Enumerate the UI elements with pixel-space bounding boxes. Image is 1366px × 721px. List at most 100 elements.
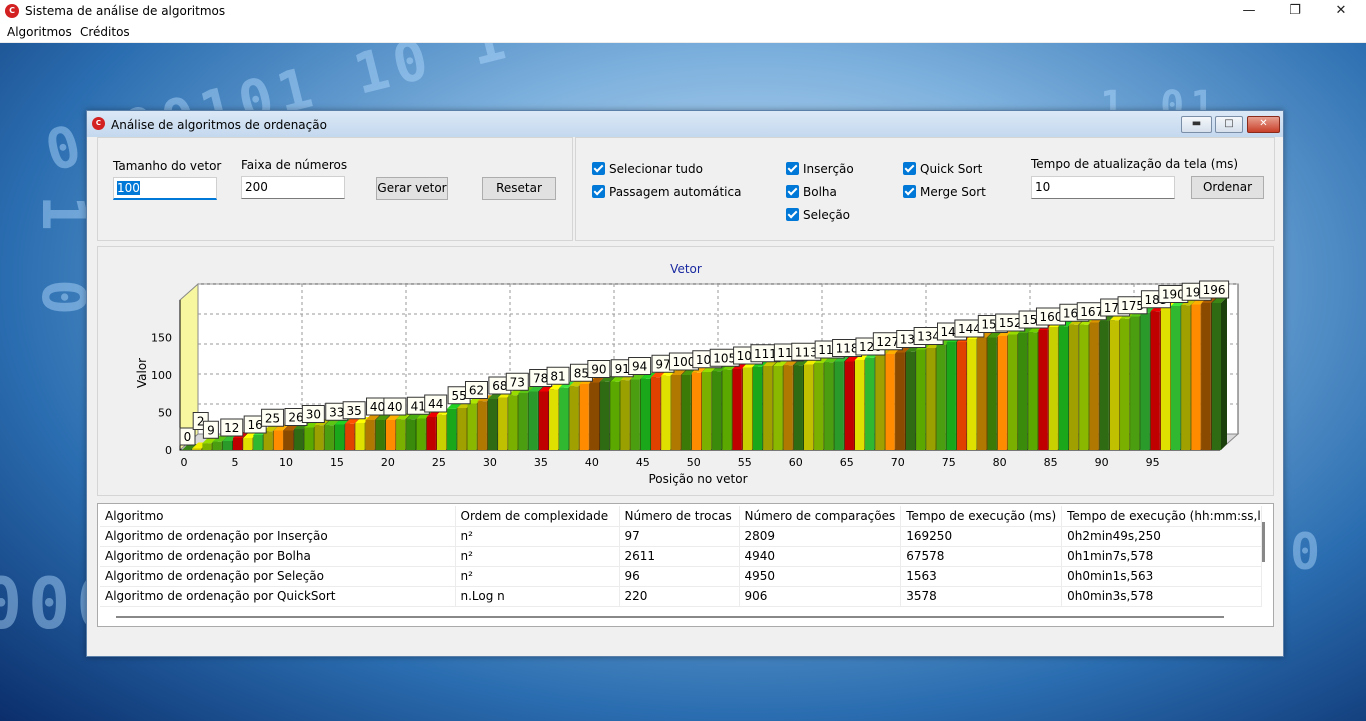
insertion-label: Inserção (803, 162, 854, 176)
chart-bar-front (283, 430, 294, 450)
chart-bar-front (620, 380, 630, 450)
column-header-complexity[interactable]: Ordem de complexidade (455, 506, 620, 527)
reset-button[interactable]: Resetar (482, 177, 556, 200)
chart-bar-front (967, 339, 977, 450)
chart-data-label-text: 62 (469, 384, 484, 398)
sort-button[interactable]: Ordenar (1191, 176, 1264, 199)
chart-x-tick-label: 0 (181, 456, 188, 469)
size-label: Tamanho do vetor (113, 159, 222, 173)
menu-creditos[interactable]: Créditos (80, 25, 130, 39)
table-cell: Algoritmo de ordenação por Seleção (100, 566, 456, 587)
column-header-algorithm[interactable]: Algoritmo (100, 506, 456, 527)
menu-algoritmos[interactable]: Algoritmos (7, 25, 72, 39)
chart-data-label-text: 91 (615, 362, 630, 376)
chart-bar-front (691, 372, 701, 450)
refresh-time-input[interactable]: 10 (1031, 176, 1175, 199)
chart-bar-front (783, 365, 793, 450)
bubble-label: Bolha (803, 185, 837, 199)
generate-vector-button[interactable]: Gerar vetor (376, 177, 448, 200)
auto-pass-checkbox[interactable]: Passagem automática (592, 185, 741, 199)
chart-data-label-text: 100 (672, 355, 695, 369)
child-close-button[interactable]: ✕ (1247, 116, 1280, 133)
chart-bar-front (793, 365, 803, 450)
mergesort-label: Merge Sort (920, 185, 986, 199)
column-header-time-ms[interactable]: Tempo de execução (ms) (900, 506, 1063, 527)
table-cell: 0h0min1s,563 (1061, 566, 1263, 587)
column-header-time-formatted[interactable]: Tempo de execução (hh:mm:ss,ll (1061, 506, 1263, 527)
select-all-label: Selecionar tudo (609, 162, 703, 176)
chart-bar-front (1191, 304, 1201, 450)
chart-data-label-text: 167 (1080, 305, 1103, 319)
chart-data-label-text: 12 (224, 421, 239, 435)
chart-bar-front (355, 423, 365, 450)
chart-bar-front (294, 429, 304, 450)
chart-data-label-text: 196 (1203, 283, 1226, 297)
table-row[interactable]: Algoritmo de ordenação por QuickSort n.L… (100, 586, 1263, 607)
child-minimize-button[interactable]: ▬ (1181, 116, 1212, 133)
chart-bar-front (1120, 318, 1130, 450)
chart-bar-front (661, 375, 671, 450)
child-restore-button[interactable]: □ (1215, 116, 1243, 133)
horizontal-scrollbar[interactable] (116, 616, 1224, 618)
chart-bar-front (1150, 311, 1160, 450)
insertion-checkbox[interactable]: Inserção (786, 162, 854, 176)
chart-x-tick-label: 25 (432, 456, 446, 469)
chart-bar-front (365, 420, 375, 450)
bubble-checkbox[interactable]: Bolha (786, 185, 837, 199)
mergesort-checkbox[interactable]: Merge Sort (903, 185, 986, 199)
chart-data-label: 44 (424, 394, 448, 413)
chart-bar-front (314, 425, 324, 450)
chart-y-tick-label: 50 (158, 407, 172, 420)
select-all-checkbox[interactable]: Selecionar tudo (592, 162, 703, 176)
chart-data-label-text: 127 (876, 335, 899, 349)
table-row[interactable]: Algoritmo de ordenação por Bolha n² 2611… (100, 546, 1263, 567)
chart-bar-front (1181, 305, 1191, 450)
chart-data-label-text: 190 (1162, 288, 1185, 302)
chart-data-label: 9 (202, 420, 219, 439)
chart-bar-front (396, 419, 406, 450)
chart-data-label: 90 (587, 360, 611, 378)
chart-bar-front (752, 366, 763, 450)
chart-bar-front (640, 378, 651, 450)
close-button[interactable]: ✕ (1318, 0, 1364, 23)
chart-bar-front (202, 443, 212, 450)
column-header-comparisons[interactable]: Número de comparações (739, 506, 902, 527)
chart-bar-front (243, 438, 253, 450)
results-table: Algoritmo Ordem de complexidade Número d… (100, 506, 1263, 607)
chart-bar-front (1171, 306, 1181, 450)
maximize-button[interactable]: ❐ (1272, 0, 1318, 23)
quicksort-label: Quick Sort (920, 162, 983, 176)
chart-bar-front (1160, 307, 1171, 450)
chart-bar-front (375, 420, 385, 450)
selection-checkbox[interactable]: Seleção (786, 208, 850, 222)
minimize-button[interactable]: — (1226, 0, 1272, 23)
chart-bar-front (671, 375, 681, 450)
table-row[interactable]: Algoritmo de ordenação por Inserção n² 9… (100, 526, 1263, 547)
range-input[interactable]: 200 (241, 176, 345, 199)
quicksort-checkbox[interactable]: Quick Sort (903, 162, 982, 176)
chart-bar-front (498, 397, 508, 450)
chart-bar-front (467, 403, 477, 450)
chart-bar-front (997, 336, 1007, 450)
size-input[interactable]: 100 (113, 177, 217, 200)
table-row[interactable]: Algoritmo de ordenação por Seleção n² 96… (100, 566, 1263, 587)
chart-y-tick-label: 100 (151, 369, 172, 382)
chart-data-label: 73 (505, 372, 529, 391)
chart-x-tick-label: 95 (1146, 456, 1160, 469)
chart-y-tick-label: 150 (151, 332, 172, 345)
chart-bar-front (681, 375, 691, 450)
chart-x-tick-label: 30 (483, 456, 497, 469)
column-header-swaps[interactable]: Número de trocas (619, 506, 740, 527)
chart-data-label-text: 81 (550, 369, 565, 383)
table-cell: Algoritmo de ordenação por Inserção (100, 526, 456, 547)
chart-x-axis-label: Posição no vetor (648, 472, 747, 486)
chart-bar-front (1201, 303, 1211, 450)
table-cell: 1563 (900, 566, 1063, 587)
chart-data-label-text: 0 (184, 430, 192, 444)
checkbox-checked-icon (786, 162, 799, 175)
chart-data-label-text: 40 (370, 400, 385, 414)
vector-chart-panel: Vetor Valor Posição no vetor 0 2 9 12 16 25 26… (97, 246, 1274, 496)
chart-x-tick-label: 65 (840, 456, 854, 469)
vertical-scrollbar[interactable] (1262, 522, 1265, 562)
chart-data-label-text: 73 (510, 375, 525, 389)
